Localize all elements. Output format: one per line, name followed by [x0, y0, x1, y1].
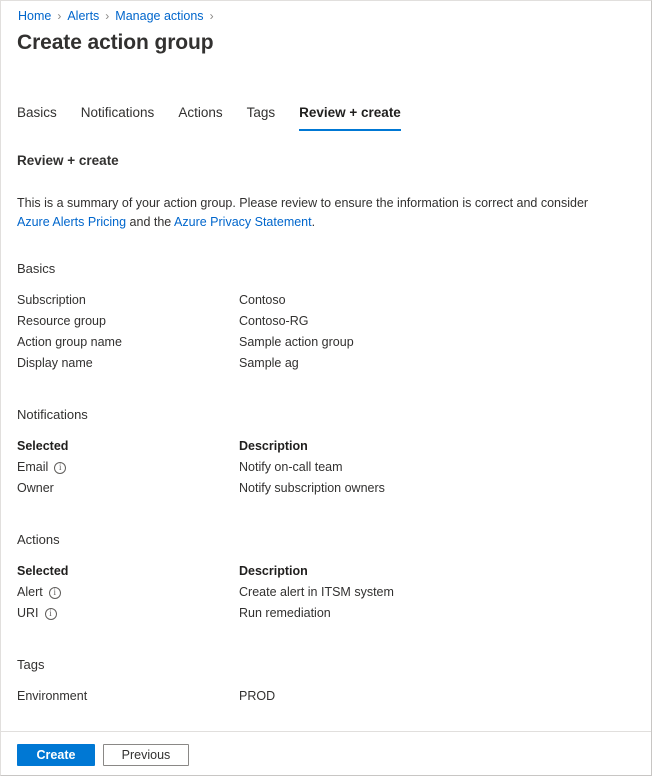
tab-review-create[interactable]: Review + create	[299, 104, 401, 131]
tab-notifications[interactable]: Notifications	[81, 104, 155, 131]
column-header-description: Description	[239, 436, 308, 457]
group-title: Basics	[17, 260, 631, 278]
table-row: Resource group Contoso-RG	[17, 311, 631, 332]
row-value: Sample action group	[239, 332, 354, 353]
column-header-description: Description	[239, 561, 308, 582]
summary-group-notifications: NotificationsSelectedDescriptionEmailiNo…	[17, 406, 631, 499]
row-value: Run remediation	[239, 603, 331, 624]
breadcrumb-link-alerts[interactable]: Alerts	[67, 8, 99, 24]
breadcrumb: Home › Alerts › Manage actions ›	[18, 8, 220, 24]
tab-basics[interactable]: Basics	[17, 104, 57, 131]
row-label-text: Resource group	[17, 311, 106, 332]
previous-button[interactable]: Previous	[103, 744, 189, 766]
review-content: Review + create This is a summary of you…	[17, 151, 631, 717]
breadcrumb-link-home[interactable]: Home	[18, 8, 51, 24]
row-label-text: URI	[17, 603, 39, 624]
row-label: Environment	[17, 686, 239, 707]
table-row: Subscription Contoso	[17, 290, 631, 311]
table-row: Alert i Create alert in ITSM system	[17, 582, 631, 603]
footer-actions: Create Previous	[17, 744, 189, 766]
row-label-text: Alert	[17, 582, 43, 603]
info-icon[interactable]: i	[49, 587, 61, 599]
intro-text-before: This is a summary of your action group. …	[17, 196, 588, 210]
breadcrumb-separator-icon: ›	[57, 8, 61, 24]
info-icon-glyph: i	[49, 609, 52, 618]
row-label-text: Action group name	[17, 332, 122, 353]
row-value: Notify subscription owners	[239, 478, 385, 499]
summary-description: This is a summary of your action group. …	[17, 194, 617, 232]
row-label: Action group name	[17, 332, 239, 353]
info-icon[interactable]: i	[45, 608, 57, 620]
summary-groups: Basics Subscription Contoso Resource group C…	[17, 260, 631, 707]
table-row: Action group name Sample action group	[17, 332, 631, 353]
group-title: Actions	[17, 531, 631, 549]
row-label-text: Environment	[17, 686, 87, 707]
row-label: Display name	[17, 353, 239, 374]
tab-actions[interactable]: Actions	[178, 104, 222, 131]
info-icon-glyph: i	[53, 588, 56, 597]
info-icon[interactable]: i	[54, 462, 66, 474]
group-spacer	[17, 634, 631, 656]
create-button[interactable]: Create	[17, 744, 95, 766]
azure-privacy-statement-link[interactable]: Azure Privacy Statement	[174, 215, 312, 229]
summary-group-tags: Tags Environment PROD	[17, 656, 631, 707]
row-label: Email i	[17, 457, 239, 478]
breadcrumb-separator-icon: ›	[210, 8, 214, 24]
row-value: Sample ag	[239, 353, 299, 374]
column-header-selected: Selected	[17, 561, 239, 582]
table-row: Environment PROD	[17, 686, 631, 707]
table-row: Display name Sample ag	[17, 353, 631, 374]
group-title: Notifications	[17, 406, 631, 424]
page-title: Create action group	[17, 29, 213, 57]
table-row: Email i Notify on-call team	[17, 457, 631, 478]
row-label-text: Owner	[17, 478, 54, 499]
summary-group-actions: ActionsSelectedDescriptionAlertiCreate a…	[17, 531, 631, 624]
table-row: Owner Notify subscription owners	[17, 478, 631, 499]
row-value: Contoso-RG	[239, 311, 308, 332]
intro-text-after: .	[312, 215, 315, 229]
footer-divider	[1, 731, 651, 732]
row-label: URI i	[17, 603, 239, 624]
azure-alerts-pricing-link[interactable]: Azure Alerts Pricing	[17, 215, 126, 229]
intro-text-middle: and the	[126, 215, 174, 229]
row-label-text: Display name	[17, 353, 93, 374]
table-header-row: SelectedDescription	[17, 561, 631, 582]
row-label: Resource group	[17, 311, 239, 332]
row-label-text: Email	[17, 457, 48, 478]
section-heading: Review + create	[17, 151, 631, 170]
group-spacer	[17, 509, 631, 531]
info-icon-glyph: i	[59, 463, 62, 472]
summary-group-basics: Basics Subscription Contoso Resource group C…	[17, 260, 631, 374]
row-value: PROD	[239, 686, 275, 707]
breadcrumb-separator-icon: ›	[105, 8, 109, 24]
row-value: Create alert in ITSM system	[239, 582, 394, 603]
wizard-tabs: Basics Notifications Actions Tags Review + c…	[17, 104, 401, 131]
row-value: Contoso	[239, 290, 286, 311]
column-header-selected: Selected	[17, 436, 239, 457]
row-label: Subscription	[17, 290, 239, 311]
group-title: Tags	[17, 656, 631, 674]
group-spacer	[17, 384, 631, 406]
table-row: URI i Run remediation	[17, 603, 631, 624]
row-label: Alert i	[17, 582, 239, 603]
create-action-group-blade: Home › Alerts › Manage actions › Create actio…	[0, 0, 652, 776]
table-header-row: SelectedDescription	[17, 436, 631, 457]
breadcrumb-link-manage-actions[interactable]: Manage actions	[115, 8, 203, 24]
tab-tags[interactable]: Tags	[247, 104, 276, 131]
row-value: Notify on-call team	[239, 457, 343, 478]
row-label-text: Subscription	[17, 290, 86, 311]
row-label: Owner	[17, 478, 239, 499]
